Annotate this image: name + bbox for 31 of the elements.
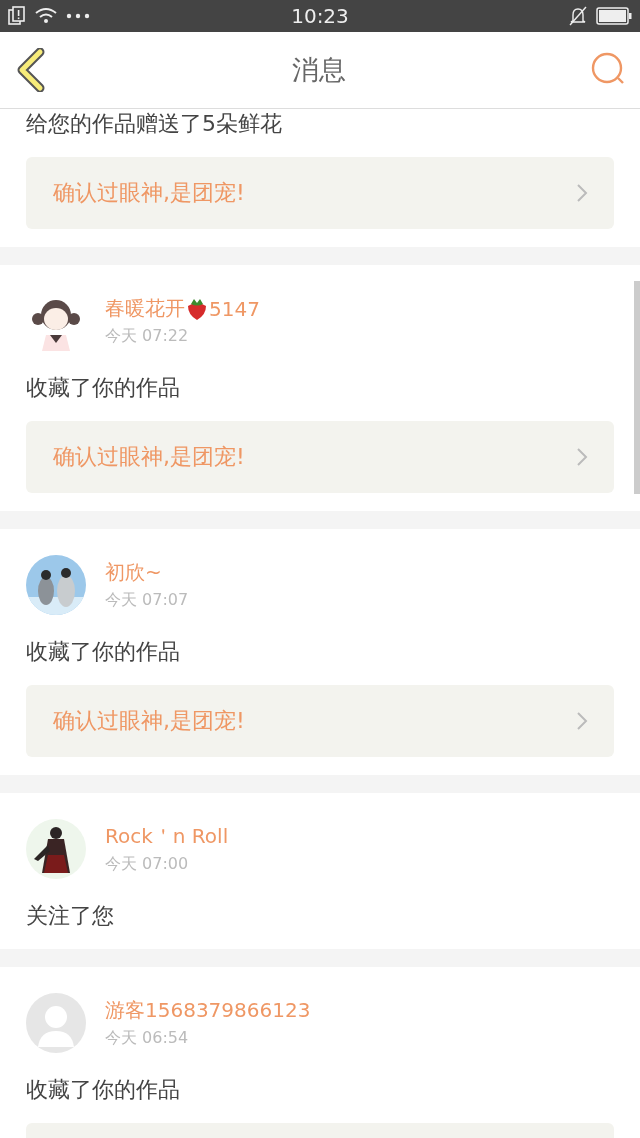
page-title: 消息 bbox=[292, 53, 346, 87]
message-text: 收藏了你的作品 bbox=[26, 1076, 181, 1104]
user-name[interactable]: 初欣~ bbox=[105, 559, 162, 586]
bell-off-icon bbox=[568, 6, 588, 26]
work-link[interactable]: 确认过眼神,是团宠! bbox=[26, 421, 614, 493]
message-time: 今天 07:00 bbox=[105, 854, 190, 875]
message-text: 收藏了你的作品 bbox=[26, 374, 181, 402]
more-icon bbox=[66, 13, 90, 19]
user-name[interactable]: 春暖花开 bbox=[105, 295, 185, 322]
wifi-icon bbox=[34, 6, 58, 26]
work-link[interactable]: 确认过眼神,是团宠! bbox=[26, 685, 614, 757]
message-time: 今天 06:54 bbox=[105, 1028, 190, 1049]
sim-icon bbox=[8, 6, 26, 26]
flower-count: 5147 bbox=[209, 296, 260, 321]
message-time: 今天 07:07 bbox=[105, 590, 189, 611]
work-title: 确认过眼神,是团宠! bbox=[53, 707, 245, 735]
avatar-placeholder-icon bbox=[26, 993, 86, 1053]
message-text: 收藏了你的作品 bbox=[26, 638, 181, 666]
chevron-right-icon bbox=[576, 711, 588, 731]
user-name[interactable]: Rock＇n Roll bbox=[105, 823, 229, 850]
work-title: 确认过眼神,是团宠! bbox=[53, 179, 245, 207]
message-text: 关注了您 bbox=[26, 902, 115, 930]
message-time: 今天 07:22 bbox=[105, 326, 190, 347]
chevron-right-icon bbox=[576, 447, 588, 467]
work-link[interactable]: 确认过眼神,是团宠! bbox=[26, 157, 614, 229]
battery-icon bbox=[596, 7, 632, 25]
user-name[interactable]: 游客1568379866123 bbox=[105, 997, 311, 1024]
message-text: 给您的作品赠送了5朵鲜花 bbox=[26, 110, 283, 138]
work-title: 确认过眼神,是团宠! bbox=[53, 443, 245, 471]
chevron-right-icon bbox=[576, 183, 588, 203]
status-time: 10:23 bbox=[291, 4, 349, 28]
